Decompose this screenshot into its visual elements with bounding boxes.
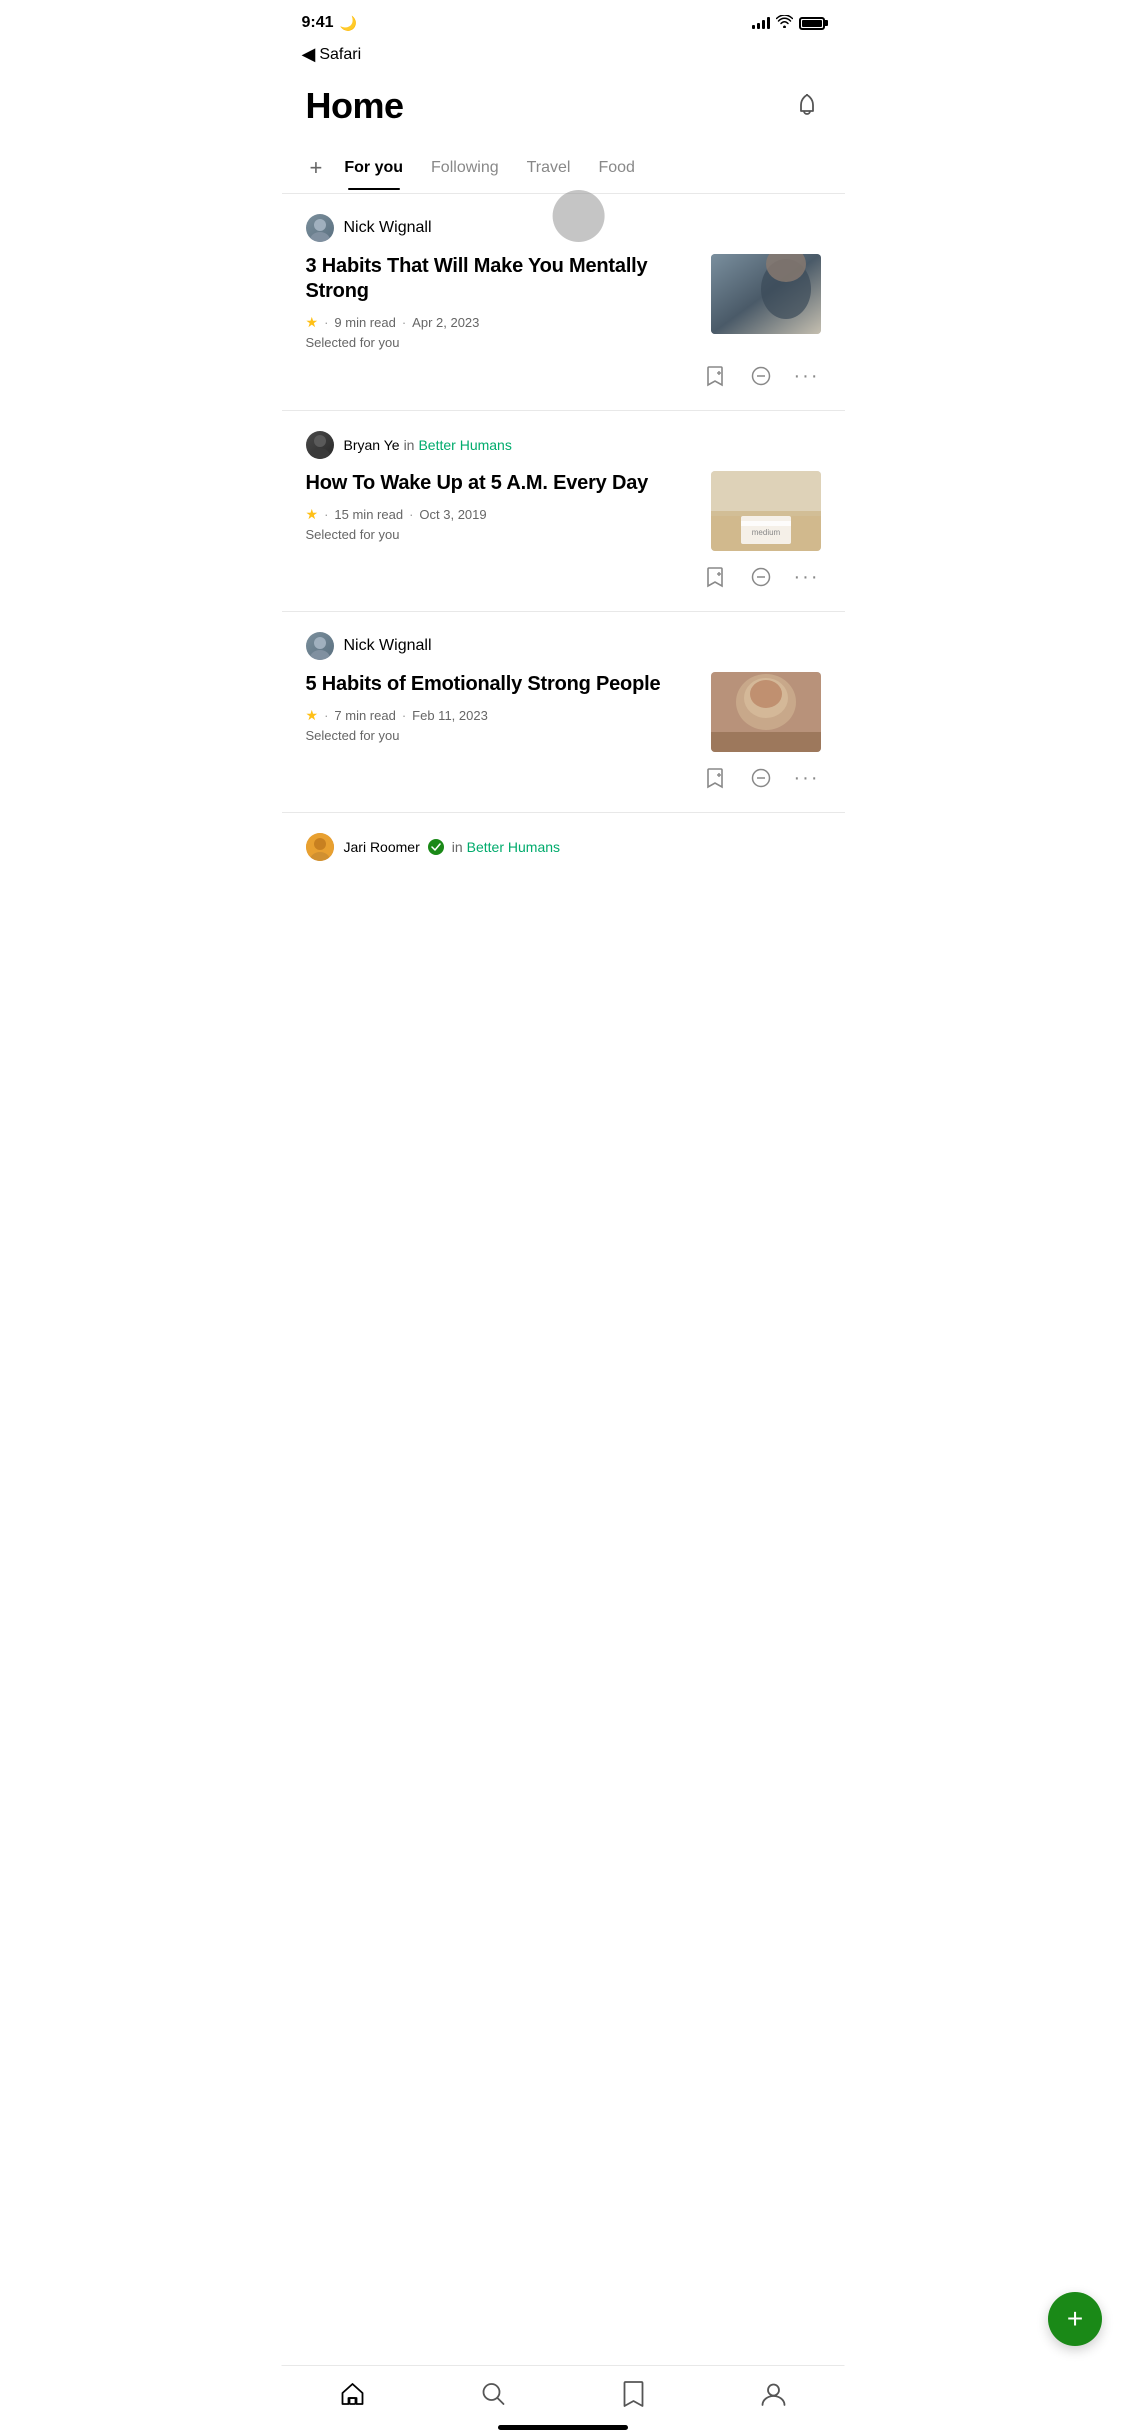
- article-content: 5 Habits of Emotionally Strong People ★ …: [306, 672, 821, 752]
- author-name: Bryan Ye: [344, 437, 400, 453]
- article-card-partial: Jari Roomer in Better Humans: [282, 813, 845, 883]
- tab-for-you[interactable]: For you: [330, 147, 417, 189]
- article-actions: ···: [306, 563, 821, 591]
- article-meta: ★ · 15 min read · Oct 3, 2019: [306, 506, 695, 523]
- author-row: Nick Wignall: [306, 214, 821, 242]
- signal-icon: [752, 17, 770, 29]
- nav-home[interactable]: [319, 2377, 385, 2411]
- author-name: Nick Wignall: [344, 637, 432, 655]
- bookmark-button[interactable]: [701, 764, 729, 792]
- article-actions: ···: [306, 764, 821, 792]
- back-arrow-icon: ◀: [302, 44, 316, 65]
- read-time: 9 min read: [334, 315, 395, 330]
- nav-bookmarks[interactable]: [602, 2376, 666, 2412]
- read-time: 7 min read: [334, 708, 395, 723]
- author-name: Nick Wignall: [344, 219, 432, 237]
- author-name: Jari Roomer: [344, 839, 420, 855]
- nav-search[interactable]: [460, 2377, 526, 2411]
- page-title: Home: [306, 85, 404, 127]
- more-options-button[interactable]: ···: [793, 563, 821, 591]
- star-icon: ★: [306, 314, 319, 331]
- article-thumbnail[interactable]: [711, 254, 821, 334]
- header: Home: [282, 75, 845, 143]
- avatar: [306, 214, 334, 242]
- mute-button[interactable]: [747, 362, 775, 390]
- tabs-container: + For you Following Travel Food: [282, 143, 845, 194]
- avatar: [306, 833, 334, 861]
- add-tab-button[interactable]: +: [302, 143, 331, 193]
- article-content: How To Wake Up at 5 A.M. Every Day ★ · 1…: [306, 471, 821, 551]
- mute-button[interactable]: [747, 563, 775, 591]
- notification-button[interactable]: [793, 92, 821, 120]
- home-indicator: [498, 2425, 628, 2430]
- article-thumbnail[interactable]: medium: [711, 471, 821, 551]
- back-button[interactable]: ◀ Safari: [282, 40, 845, 75]
- nav-profile[interactable]: [741, 2377, 807, 2411]
- more-options-button[interactable]: ···: [793, 764, 821, 792]
- status-right: [752, 15, 825, 31]
- author-row: Jari Roomer in Better Humans: [306, 833, 821, 861]
- article-date: Feb 11, 2023: [412, 708, 488, 723]
- article-title[interactable]: 5 Habits of Emotionally Strong People: [306, 672, 695, 697]
- article-meta: ★ · 9 min read · Apr 2, 2023: [306, 314, 695, 331]
- wifi-icon: [776, 15, 793, 31]
- status-left: 9:41 🌙: [302, 14, 357, 32]
- article-title[interactable]: How To Wake Up at 5 A.M. Every Day: [306, 471, 695, 496]
- create-post-button[interactable]: +: [1048, 2292, 1102, 2346]
- article-meta: ★ · 7 min read · Feb 11, 2023: [306, 707, 695, 724]
- tab-following[interactable]: Following: [417, 147, 513, 189]
- author-row: Bryan Ye in Better Humans: [306, 431, 821, 459]
- article-text: 3 Habits That Will Make You Mentally Str…: [306, 254, 695, 350]
- author-info: Bryan Ye in Better Humans: [344, 437, 512, 453]
- bookmark-button[interactable]: [701, 362, 729, 390]
- article-text: 5 Habits of Emotionally Strong People ★ …: [306, 672, 695, 743]
- selected-label: Selected for you: [306, 335, 695, 350]
- publication-name[interactable]: Better Humans: [467, 839, 560, 855]
- article-text: How To Wake Up at 5 A.M. Every Day ★ · 1…: [306, 471, 695, 542]
- star-icon: ★: [306, 506, 319, 523]
- more-options-button[interactable]: ···: [793, 362, 821, 390]
- article-actions: ···: [306, 362, 821, 390]
- back-label: Safari: [319, 46, 361, 64]
- selected-label: Selected for you: [306, 728, 695, 743]
- article-date: Apr 2, 2023: [412, 315, 479, 330]
- verified-badge: [428, 839, 444, 855]
- bookmark-button[interactable]: [701, 563, 729, 591]
- avatar: [306, 431, 334, 459]
- battery-icon: [799, 17, 825, 30]
- article-date: Oct 3, 2019: [419, 507, 486, 522]
- article-card: Nick Wignall 5 Habits of Emotionally Str…: [282, 612, 845, 813]
- avatar: [306, 632, 334, 660]
- article-card: Nick Wignall 3 Habits That Will Make You…: [282, 194, 845, 411]
- status-bar: 9:41 🌙: [282, 0, 845, 40]
- moon-icon: 🌙: [340, 15, 357, 32]
- author-info: Jari Roomer in Better Humans: [344, 839, 561, 855]
- tab-travel[interactable]: Travel: [513, 147, 585, 189]
- star-icon: ★: [306, 707, 319, 724]
- status-time: 9:41: [302, 14, 334, 32]
- selected-label: Selected for you: [306, 527, 695, 542]
- article-card: Bryan Ye in Better Humans How To Wake Up…: [282, 411, 845, 612]
- read-time: 15 min read: [334, 507, 403, 522]
- article-content: 3 Habits That Will Make You Mentally Str…: [306, 254, 821, 350]
- mute-button[interactable]: [747, 764, 775, 792]
- article-title[interactable]: 3 Habits That Will Make You Mentally Str…: [306, 254, 695, 304]
- author-row: Nick Wignall: [306, 632, 821, 660]
- article-thumbnail[interactable]: [711, 672, 821, 752]
- svg-text:medium: medium: [751, 528, 780, 537]
- tab-food[interactable]: Food: [584, 147, 648, 189]
- publication-name[interactable]: Better Humans: [418, 437, 511, 453]
